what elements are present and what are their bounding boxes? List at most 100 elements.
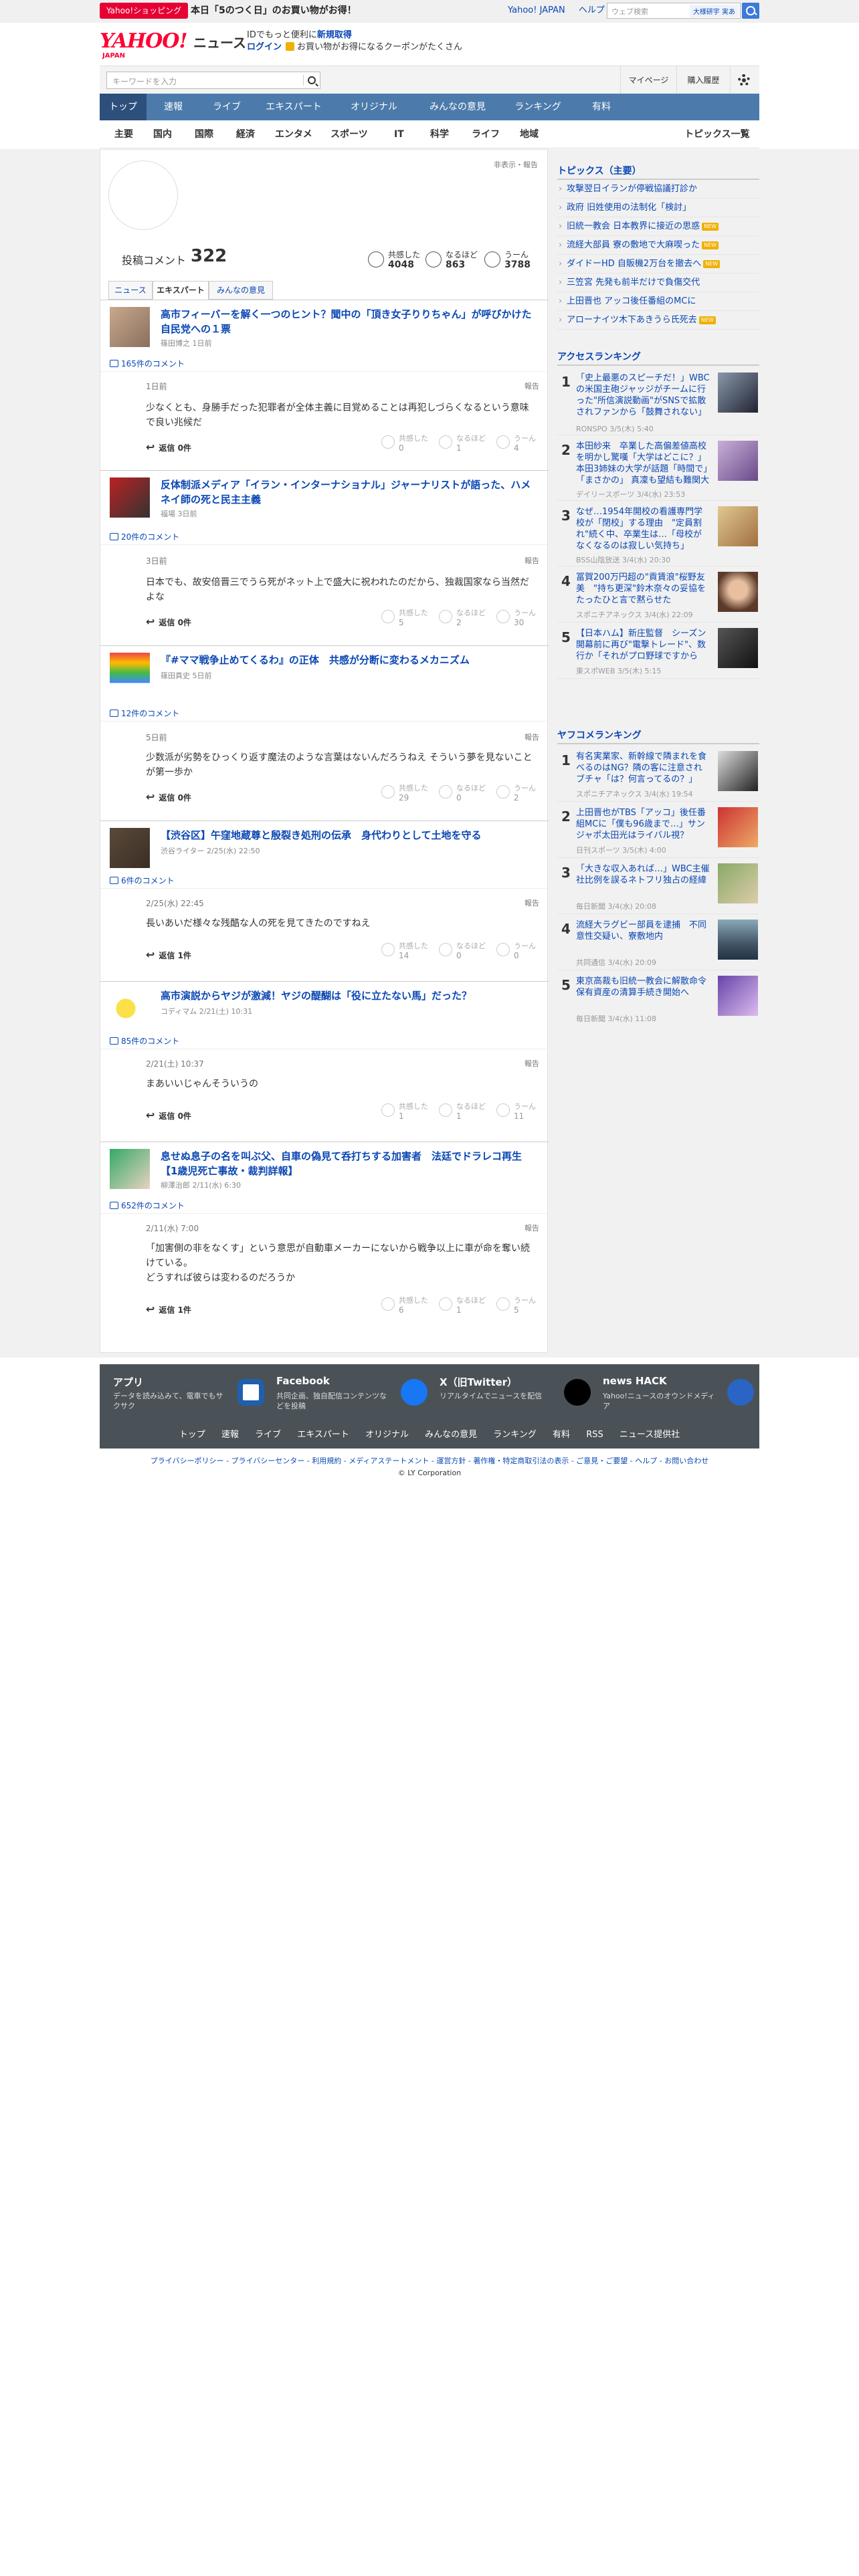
login-link[interactable]: ログイン (247, 42, 282, 52)
cat-main[interactable]: 主要 (114, 120, 133, 148)
article-thumbnail[interactable] (110, 307, 150, 347)
ranking-title[interactable]: 上田晋也がTBS「アッコ」後任番組MCに「僕も96歳まで…」サンジャポ太田光はラ… (576, 807, 710, 842)
topic-item[interactable]: アローナイツ木下あきうら氏死去NEW (557, 311, 759, 330)
article-title[interactable]: 『#ママ戦争止めてくるわ』の正体 共感が分断に変わるメカニズム (161, 653, 535, 667)
ranking-item[interactable]: 4 冨賀200万円超の"貢賃浪"桜野友美 "持ち更深"鈴木奈々の妥協をたったひと… (557, 566, 759, 623)
mypage-button[interactable]: マイページ (620, 66, 676, 94)
shopping-badge[interactable]: Yahoo!ショッピング (100, 3, 189, 19)
web-search-button[interactable] (742, 3, 759, 19)
footer-facebook-box[interactable]: Facebook 共同企画、独自配信コンテンツなどを投稿 (276, 1375, 430, 1415)
promo-text[interactable]: 本日「5のつく日」のお買い物がお得！ (191, 4, 357, 17)
reply-button[interactable]: 返信 1件 (146, 1303, 191, 1315)
help-link[interactable]: ヘルプ (579, 5, 605, 15)
footer-link[interactable]: ランキング (493, 1430, 537, 1440)
ranking-title[interactable]: 【日本ハム】新庄監督 シーズン開幕前に再び"電撃トレード"、数行か「それがプロ野… (576, 628, 710, 663)
article-comments-link[interactable]: 165件のコメント (110, 358, 185, 369)
article-thumbnail[interactable] (110, 477, 150, 518)
purchase-history-button[interactable]: 購入履歴 (676, 66, 730, 94)
topic-item[interactable]: 流経大部員 寮の敷地で大麻喫ったNEW (557, 236, 759, 255)
article-thumbnail[interactable] (110, 653, 150, 693)
ranking-title[interactable]: 冨賀200万円超の"貢賃浪"桜野友美 "持ち更深"鈴木奈々の妥協をたったひと言で… (576, 572, 710, 607)
footer-link[interactable]: オリジナル (365, 1430, 409, 1440)
ranking-item[interactable]: 1 有名実業家、新幹線で隣まれを食べるのはNG？隣の客に注意されブチャ「は？何言… (557, 746, 759, 802)
ranking-title[interactable]: 「史上最悪のスピーチだ！」WBC の米国主砲ジャッジがチームに行った"所信演説動… (576, 372, 710, 418)
comment-ranking-heading[interactable]: ヤフコメランキング (557, 728, 642, 742)
article-title[interactable]: 高市フィーバーを解く一つのヒント？聞中の「頂き女子りりちゃん」が呼びかけた自民党… (161, 307, 535, 336)
cat-sports[interactable]: スポーツ (330, 120, 368, 148)
ranking-item[interactable]: 4 流経大ラグビー部員を逮捕 不同意性交疑い、寮敷地内 共同通信 3/4(水) … (557, 914, 759, 970)
cat-life[interactable]: ライフ (472, 120, 500, 148)
nav-live[interactable]: ライブ (200, 94, 254, 120)
article-comments-link[interactable]: 6件のコメント (110, 875, 175, 886)
ranking-title[interactable]: 本田紗来 卒業した高偏差値高校を明かし驚嘆「大学はどこに？」本田3姉妹の大学が話… (576, 441, 710, 486)
cat-region[interactable]: 地域 (520, 120, 539, 148)
topic-item[interactable]: 旧統一教会 日本教界に接近の思惑NEW (557, 217, 759, 236)
footer-link[interactable]: 有料 (553, 1430, 570, 1440)
topic-item[interactable]: 三笠宮 先発も前半だけで負傷交代 (557, 274, 759, 292)
article-thumbnail[interactable] (110, 988, 150, 1029)
ranking-item[interactable]: 3 「大きな収入あれば…」WBC主催社比例を誤るネトフリ独占の経緯 毎日新聞 3… (557, 858, 759, 914)
topic-item[interactable]: 政府 旧姓使用の法制化「検討」 (557, 199, 759, 217)
reply-button[interactable]: 返信 0件 (146, 790, 191, 803)
nav-expert[interactable]: エキスパート (254, 94, 334, 120)
article-title[interactable]: 反体制派メディア「イラン・インターナショナル」ジャーナリストが語った、ハメネイ師… (161, 477, 535, 507)
ranking-title[interactable]: 「大きな収入あれば…」WBC主催社比例を誤るネトフリ独占の経緯 (576, 863, 710, 898)
ranking-thumbnail[interactable] (718, 441, 758, 481)
article-thumbnail[interactable] (110, 1149, 150, 1189)
footer-link[interactable]: エキスパート (297, 1430, 349, 1440)
reply-button[interactable]: 返信 1件 (146, 948, 191, 961)
search-icon[interactable] (308, 76, 316, 84)
article-comments-link[interactable]: 12件のコメント (110, 708, 179, 719)
coupon-text[interactable]: お買い物がお得になるクーポンがたくさん (297, 42, 462, 52)
article-title[interactable]: 【渋谷区】午窪地蔵尊と殷裂き処刑の伝承 身代わりとして土地を守る (161, 828, 535, 843)
keyword-search-input[interactable]: キーワードを入力 (106, 72, 320, 89)
all-topics-link[interactable]: トピックス一覧 (684, 120, 750, 148)
footer-link[interactable]: ニュース提供社 (619, 1430, 680, 1440)
report-link[interactable]: 報告 (524, 897, 539, 908)
ranking-title[interactable]: 東京高裁も旧統一教会に解散命令 保有資産の清算手続き開始へ (576, 976, 710, 1010)
nav-paid[interactable]: 有料 (575, 94, 628, 120)
reply-button[interactable]: 返信 0件 (146, 1109, 191, 1121)
ranking-title[interactable]: なぜ…1954年開校の看護専門学校が「閉校」する理由 "定員割れ"続く中、卒業生… (576, 506, 710, 552)
article-title[interactable]: 息せぬ息子の名を叫ぶ父、自車の偽見て呑打ちする加害者 法廷でドラレコ再生【1歳児… (161, 1149, 535, 1178)
ranking-thumbnail[interactable] (718, 807, 758, 847)
article-title[interactable]: 高市演説からヤジが激減！ヤジの醍醐は「役に立たない馬」だった？ (161, 988, 535, 1003)
nav-ranking[interactable]: ランキング (501, 94, 575, 120)
location-chip[interactable]: 大様研宇 実あ (689, 5, 739, 17)
ranking-thumbnail[interactable] (718, 920, 758, 960)
cat-it[interactable]: IT (394, 120, 404, 148)
footer-link[interactable]: みんなの意見 (425, 1430, 477, 1440)
nav-original[interactable]: オリジナル (334, 94, 414, 120)
ranking-item[interactable]: 5 【日本ハム】新庄監督 シーズン開幕前に再び"電撃トレード"、数行か「それがプ… (557, 623, 759, 679)
cat-science[interactable]: 科学 (430, 120, 449, 148)
ranking-thumbnail[interactable] (718, 506, 758, 546)
ranking-item[interactable]: 2 上田晋也がTBS「アッコ」後任番組MCに「僕も96歳まで…」サンジャポ太田光… (557, 802, 759, 858)
yahoo-japan-link[interactable]: Yahoo! JAPAN (508, 5, 565, 15)
yahoo-logo[interactable]: YAHOO! (100, 29, 188, 53)
ranking-thumbnail[interactable] (718, 751, 758, 791)
report-link[interactable]: 報告 (524, 555, 539, 566)
ranking-item[interactable]: 2 本田紗来 卒業した高偏差値高校を明かし驚嘆「大学はどこに？」本田3姉妹の大学… (557, 435, 759, 501)
report-link[interactable]: 報告 (524, 1222, 539, 1233)
ranking-thumbnail[interactable] (718, 976, 758, 1016)
ranking-thumbnail[interactable] (718, 372, 758, 413)
footer-newshack-box[interactable]: news HACK Yahoo!ニュースのオウンドメディア (603, 1375, 757, 1415)
footer-link[interactable]: 速報 (221, 1430, 239, 1440)
legal-links[interactable]: プライバシーポリシー - プライバシーセンター - 利用規約 - メディアステー… (0, 1455, 859, 1466)
topic-item[interactable]: 攻撃翌日イランが停戦協議打診か (557, 180, 759, 199)
ranking-title[interactable]: 流経大ラグビー部員を逮捕 不同意性交疑い、寮敷地内 (576, 920, 710, 954)
topic-item[interactable]: 上田晋也 アッコ後任番組のMCに (557, 292, 759, 311)
signup-link[interactable]: 新規取得 (317, 30, 352, 40)
footer-x-box[interactable]: X（旧Twitter） リアルタイムでニュースを配信 (440, 1375, 593, 1415)
reply-button[interactable]: 返信 0件 (146, 615, 191, 628)
cat-international[interactable]: 国際 (195, 120, 213, 148)
tab-opinions[interactable]: みんなの意見 (209, 281, 273, 300)
article-thumbnail[interactable] (110, 828, 150, 868)
topic-item[interactable]: ダイドーHD 自販機2万台を撤去へNEW (557, 255, 759, 274)
gear-icon[interactable] (738, 74, 750, 86)
article-comments-link[interactable]: 652件のコメント (110, 1200, 185, 1211)
report-link[interactable]: 報告 (524, 732, 539, 742)
reply-button[interactable]: 返信 0件 (146, 441, 191, 453)
access-ranking-heading[interactable]: アクセスランキング (557, 350, 641, 363)
report-link[interactable]: 報告 (524, 1058, 539, 1069)
